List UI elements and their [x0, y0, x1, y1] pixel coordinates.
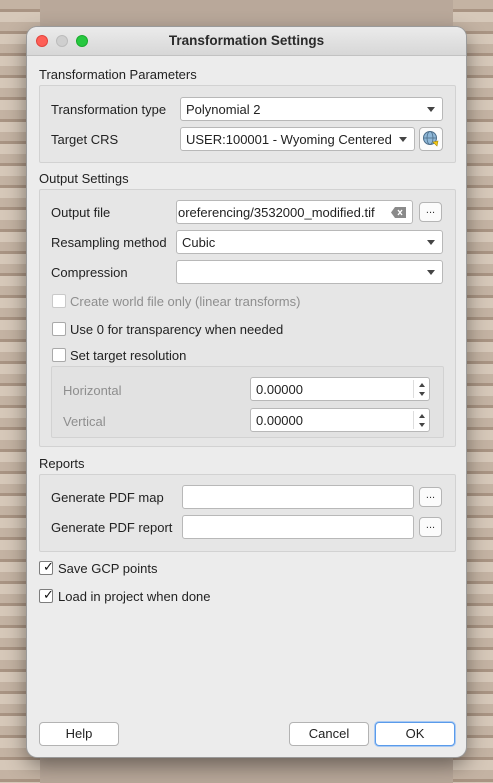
world-file-label: Create world file only (linear transform… [70, 294, 301, 309]
spin-up-icon[interactable] [419, 383, 425, 387]
pdf-map-input[interactable] [182, 485, 414, 509]
output-file-value: oreferencing/3532000_modified.tif [178, 205, 375, 220]
save-gcp-label: Save GCP points [58, 561, 158, 576]
output-file-browse-button[interactable]: ... [419, 202, 442, 222]
transparency-label: Use 0 for transparency when needed [70, 322, 284, 337]
clear-icon[interactable] [391, 207, 406, 218]
resampling-method-label: Resampling method [51, 235, 167, 250]
resampling-method-value: Cubic [182, 235, 216, 250]
window-title: Transformation Settings [168, 33, 325, 48]
world-file-checkbox[interactable] [52, 294, 66, 308]
vertical-spinbox[interactable]: 0.00000 [250, 408, 430, 432]
horizontal-value: 0.00000 [256, 382, 303, 397]
chevron-down-icon [427, 107, 435, 112]
title-bar: Transformation Settings [27, 27, 466, 56]
load-in-project-checkbox[interactable]: ✓ [39, 587, 54, 603]
pdf-map-label: Generate PDF map [51, 490, 164, 505]
pdf-report-browse-button[interactable]: ... [419, 517, 442, 537]
output-settings-title: Output Settings [39, 171, 129, 186]
dialog-window: Transformation Settings Transformation P… [27, 27, 466, 757]
spin-down-icon[interactable] [419, 423, 425, 427]
crs-selector-button[interactable] [419, 127, 443, 151]
transformation-parameters-title: Transformation Parameters [39, 67, 197, 82]
chevron-down-icon [399, 137, 407, 142]
resampling-method-select[interactable]: Cubic [176, 230, 443, 254]
reports-title: Reports [39, 456, 85, 471]
vertical-value: 0.00000 [256, 413, 303, 428]
target-crs-value: USER:100001 - Wyoming Centered [186, 132, 391, 147]
pdf-map-browse-button[interactable]: ... [419, 487, 442, 507]
horizontal-label: Horizontal [63, 383, 122, 398]
load-in-project-label: Load in project when done [58, 589, 211, 604]
transformation-type-value: Polynomial 2 [186, 102, 261, 117]
ok-button[interactable]: OK [375, 722, 455, 746]
save-gcp-checkbox[interactable]: ✓ [39, 559, 54, 575]
compression-label: Compression [51, 265, 128, 280]
pdf-report-label: Generate PDF report [51, 520, 173, 535]
pdf-report-input[interactable] [182, 515, 414, 539]
output-file-input[interactable]: oreferencing/3532000_modified.tif [176, 200, 413, 224]
help-button[interactable]: Help [39, 722, 119, 746]
compression-select[interactable] [176, 260, 443, 284]
transformation-type-label: Transformation type [51, 102, 167, 117]
globe-icon [423, 131, 439, 147]
chevron-down-icon [427, 270, 435, 275]
spin-down-icon[interactable] [419, 392, 425, 396]
cancel-button[interactable]: Cancel [289, 722, 369, 746]
vertical-label: Vertical [63, 414, 106, 429]
transformation-type-select[interactable]: Polynomial 2 [180, 97, 443, 121]
checkmark-icon: ✓ [43, 559, 54, 574]
transparency-checkbox[interactable] [52, 322, 66, 336]
checkmark-icon: ✓ [43, 587, 54, 602]
spin-up-icon[interactable] [419, 414, 425, 418]
target-resolution-checkbox[interactable] [52, 348, 66, 362]
target-resolution-label: Set target resolution [70, 348, 187, 363]
target-crs-label: Target CRS [51, 132, 119, 147]
target-crs-select[interactable]: USER:100001 - Wyoming Centered [180, 127, 415, 151]
chevron-down-icon [427, 240, 435, 245]
horizontal-spinbox[interactable]: 0.00000 [250, 377, 430, 401]
output-file-label: Output file [51, 205, 111, 220]
